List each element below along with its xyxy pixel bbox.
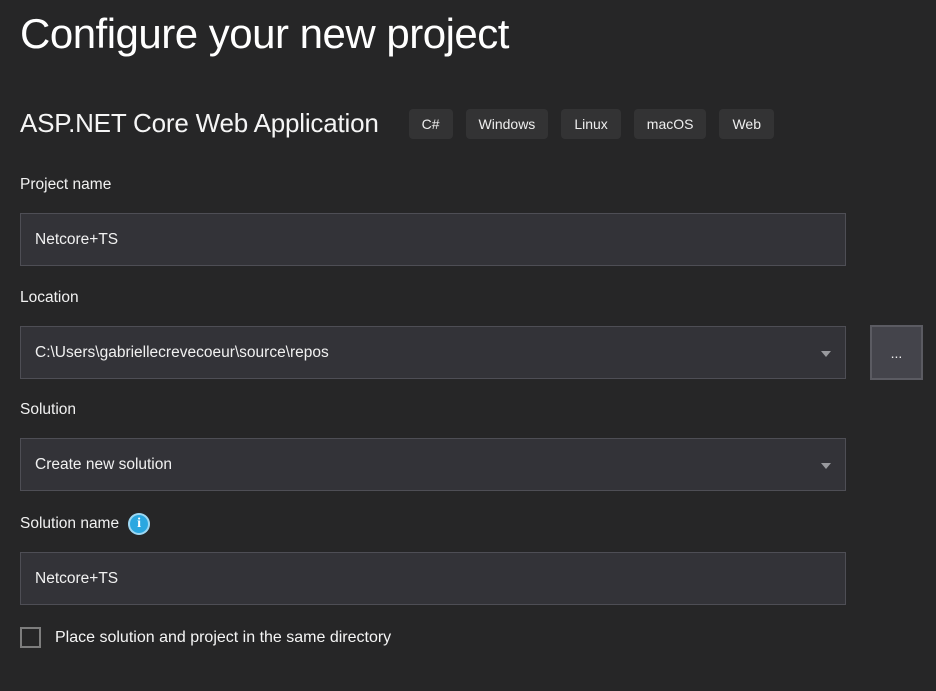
project-name-input[interactable]	[20, 213, 846, 266]
template-tag-list: C# Windows Linux macOS Web	[409, 109, 774, 139]
template-header: ASP.NET Core Web Application C# Windows …	[20, 108, 774, 139]
project-name-label: Project name	[20, 176, 111, 194]
chevron-down-icon[interactable]	[821, 463, 831, 469]
tag-web: Web	[719, 109, 774, 139]
solution-label: Solution	[20, 401, 76, 419]
info-icon[interactable]: i	[128, 513, 150, 535]
template-name: ASP.NET Core Web Application	[20, 108, 379, 139]
location-combobox[interactable]: C:\Users\gabriellecrevecoeur\source\repo…	[20, 326, 846, 379]
configure-project-dialog: Configure your new project ASP.NET Core …	[0, 0, 936, 691]
tag-linux: Linux	[561, 109, 620, 139]
solution-name-label-row: Solution name i	[20, 513, 150, 535]
solution-combobox[interactable]: Create new solution	[20, 438, 846, 491]
same-directory-checkbox-row[interactable]: Place solution and project in the same d…	[20, 627, 391, 648]
tag-windows: Windows	[466, 109, 549, 139]
solution-name-input[interactable]	[20, 552, 846, 605]
same-directory-checkbox[interactable]	[20, 627, 41, 648]
same-directory-label[interactable]: Place solution and project in the same d…	[55, 629, 391, 647]
tag-macos: macOS	[634, 109, 707, 139]
browse-location-button[interactable]: ...	[870, 325, 923, 380]
solution-name-label: Solution name	[20, 515, 119, 533]
page-title: Configure your new project	[20, 10, 509, 58]
location-label: Location	[20, 289, 79, 307]
solution-value: Create new solution	[35, 456, 815, 474]
tag-csharp: C#	[409, 109, 453, 139]
location-value: C:\Users\gabriellecrevecoeur\source\repo…	[35, 344, 815, 362]
chevron-down-icon[interactable]	[821, 351, 831, 357]
